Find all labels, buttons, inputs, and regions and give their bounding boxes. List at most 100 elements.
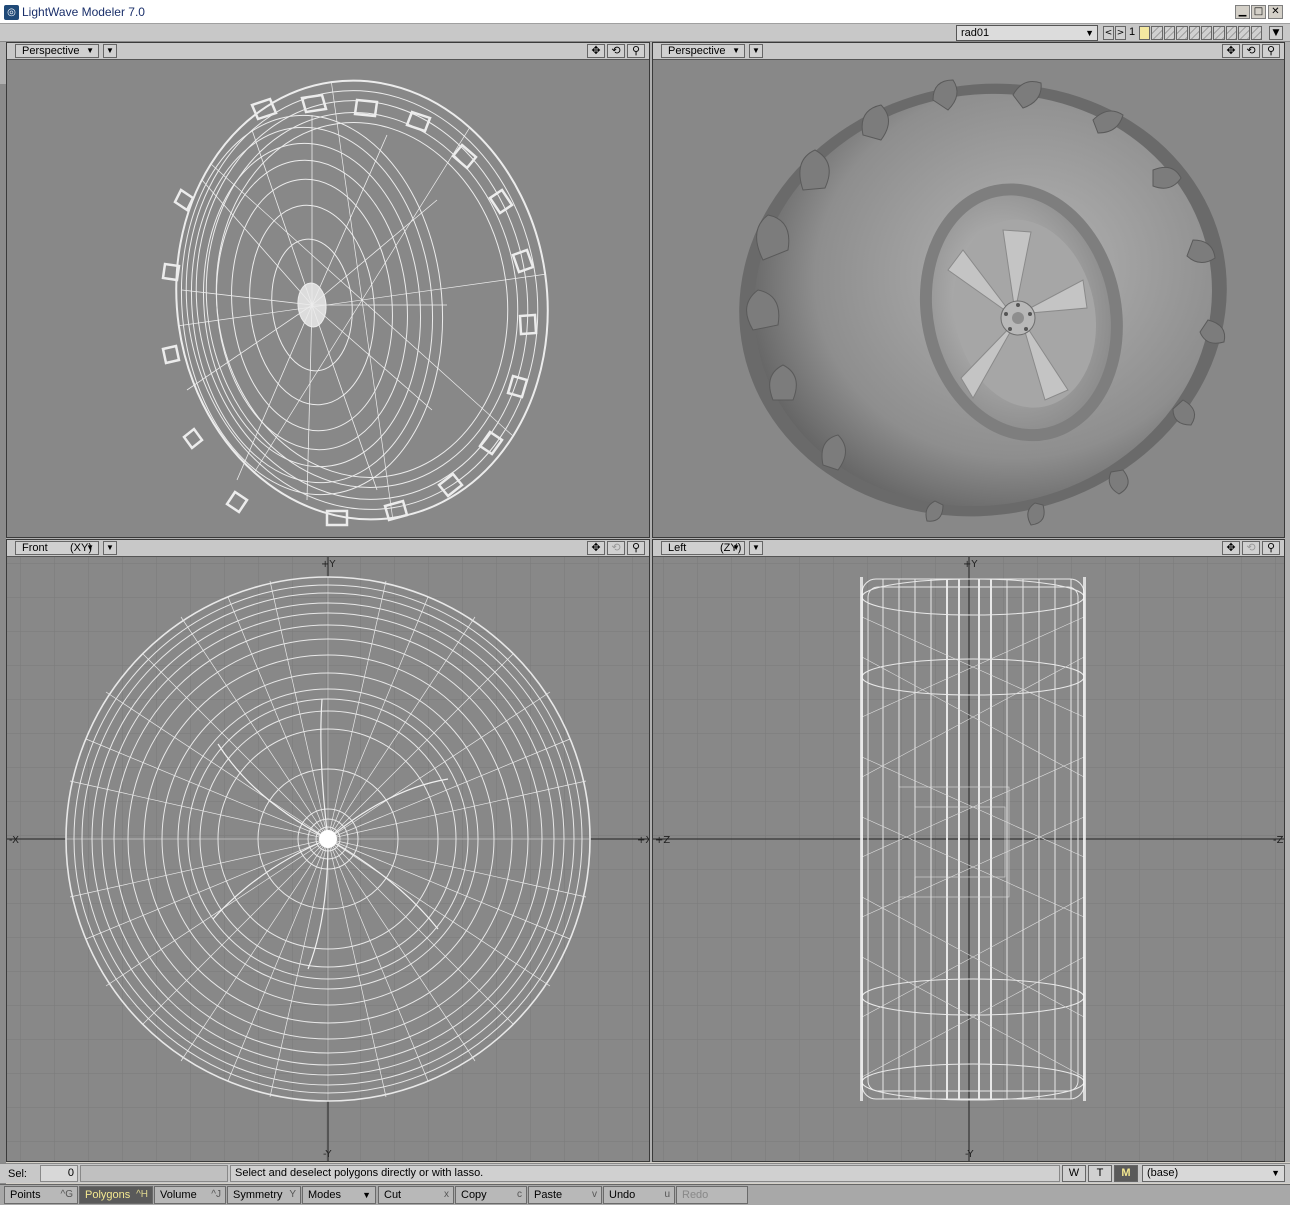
axis-label-pos-y: +Y <box>963 559 978 570</box>
layer-slot[interactable] <box>1238 26 1250 40</box>
vertex-map-value: (base) <box>1147 1167 1179 1179</box>
view-type-select[interactable]: Perspective ▼ <box>661 44 745 58</box>
modes-dropdown[interactable]: Modes ▼ <box>302 1186 376 1204</box>
axis-label-pos-x: +X <box>637 835 649 846</box>
shortcut-key: ^G <box>60 1189 73 1200</box>
pan-icon[interactable]: ✥ <box>587 44 605 58</box>
magnifier-icon[interactable]: ⚲ <box>1262 541 1280 555</box>
rotate-icon[interactable]: ⟲ <box>607 44 625 58</box>
shortcut-key: v <box>592 1189 597 1200</box>
axis-label-neg-x: -X <box>9 835 19 846</box>
view-type-label: Left <box>668 542 687 554</box>
close-button[interactable]: ✕ <box>1268 5 1283 19</box>
view-type-select[interactable]: Left (ZY) ▼ <box>661 541 745 555</box>
axis-label-pos-y: +Y <box>321 559 336 570</box>
magnifier-icon[interactable]: ⚲ <box>627 44 645 58</box>
pan-icon[interactable]: ✥ <box>1222 44 1240 58</box>
layer-slot[interactable] <box>1163 26 1176 40</box>
morph-map-button[interactable]: M <box>1114 1165 1138 1182</box>
viewport-tools: ✥ ⟲ ⚲ <box>1220 541 1280 555</box>
wireframe-tire-perspective <box>161 79 549 527</box>
viewport-header: Left (ZY) ▼ ▼ ✥ ⟲ ⚲ <box>653 540 1284 557</box>
layer-slot[interactable] <box>1225 26 1238 40</box>
layer-menu-chevron-down-icon[interactable]: ▼ <box>1269 26 1283 40</box>
shortcut-key: u <box>664 1189 670 1200</box>
render-mode-chevron-down-icon[interactable]: ▼ <box>749 44 763 58</box>
lightwave-app-icon: ◎ <box>4 5 19 20</box>
viewport-top-left[interactable]: Perspective ▼ ▼ ✥ ⟲ ⚲ <box>6 42 650 538</box>
render-mode-chevron-down-icon[interactable]: ▼ <box>103 44 117 58</box>
minimize-button[interactable]: ▁ <box>1235 5 1250 19</box>
layer-slot[interactable] <box>1201 26 1213 40</box>
points-mode-button[interactable]: Points ^G <box>4 1186 78 1204</box>
shortcut-key: ^J <box>211 1189 221 1200</box>
viewport-tools: ✥ ⟲ ⚲ <box>585 541 645 555</box>
render-mode-chevron-down-icon[interactable]: ▼ <box>749 541 763 555</box>
axis-label-pos-z: +Z <box>655 835 670 846</box>
copy-button[interactable]: Copy c <box>455 1186 527 1204</box>
status-bar: Sel: 0 Select and deselect polygons dire… <box>0 1163 1290 1183</box>
chevron-down-icon: ▼ <box>732 543 740 552</box>
viewport-bottom-left[interactable]: Front (XY) ▼ ▼ ✥ ⟲ ⚲ -X + +Y -Y <box>6 539 650 1162</box>
viewport-canvas[interactable] <box>7 60 649 537</box>
layer-slot[interactable] <box>1176 26 1188 40</box>
prev-layer-button[interactable]: < <box>1103 26 1114 40</box>
polygons-mode-button[interactable]: Polygons ^H <box>79 1186 153 1204</box>
axis-label-neg-z: -Z <box>1273 835 1284 846</box>
paste-button[interactable]: Paste v <box>528 1186 602 1204</box>
title-bar: ◎ LightWave Modeler 7.0 ▁ □ ✕ <box>0 0 1290 24</box>
layer-slot[interactable] <box>1139 26 1151 40</box>
viewport-header: Perspective ▼ ▼ ✥ ⟲ ⚲ <box>7 43 649 60</box>
button-label: Cut <box>384 1189 402 1201</box>
layer-slot[interactable] <box>1151 26 1163 40</box>
viewport-canvas[interactable]: -X +X +Y -Y <box>7 557 649 1161</box>
symmetry-button[interactable]: Symmetry Y <box>227 1186 301 1204</box>
viewport-header: Front (XY) ▼ ▼ ✥ ⟲ ⚲ <box>7 540 649 557</box>
magnifier-icon[interactable]: ⚲ <box>1262 44 1280 58</box>
vertex-map-select[interactable]: (base) ▼ <box>1142 1165 1285 1182</box>
shortcut-key: x <box>444 1189 449 1200</box>
chevron-down-icon: ▼ <box>1085 28 1094 38</box>
button-label: Redo <box>682 1189 709 1201</box>
layer-slot[interactable] <box>1250 26 1263 40</box>
viewport-bottom-right[interactable]: Left (ZY) ▼ ▼ ✥ ⟲ ⚲ +Z -Z +Y -Y <box>652 539 1285 1162</box>
left-view-wireframe: +Z -Z +Y -Y <box>653 557 1284 1161</box>
pan-icon[interactable]: ✥ <box>587 541 605 555</box>
maximize-button[interactable]: □ <box>1251 5 1266 19</box>
numeric-field[interactable] <box>80 1165 228 1182</box>
shortcut-key: ^H <box>136 1189 148 1200</box>
weight-map-button[interactable]: W <box>1062 1165 1086 1182</box>
layer-number: 1 <box>1129 26 1136 38</box>
viewport-canvas[interactable]: +Z -Z +Y -Y <box>653 557 1284 1161</box>
axis-label-neg-y: -Y <box>323 1149 332 1160</box>
button-label: Volume <box>160 1189 197 1201</box>
chevron-down-icon: ▼ <box>86 543 94 552</box>
object-layer-select[interactable]: rad01 ▼ <box>956 25 1098 41</box>
bottom-toolbar: Points ^G Polygons ^H Volume ^J Symmetry Y M… <box>0 1184 1290 1205</box>
cut-button[interactable]: Cut x <box>378 1186 454 1204</box>
axis-label-neg-y: -Y <box>965 1149 974 1160</box>
undo-button[interactable]: Undo u <box>603 1186 675 1204</box>
volume-mode-button[interactable]: Volume ^J <box>154 1186 226 1204</box>
rotate-icon: ⟲ <box>1242 541 1260 555</box>
button-label: Modes <box>308 1189 342 1201</box>
viewport-canvas[interactable] <box>653 60 1284 537</box>
view-type-select[interactable]: Front (XY) ▼ <box>15 541 99 555</box>
viewport-tools: ✥ ⟲ ⚲ <box>585 44 645 58</box>
chevron-down-icon: ▼ <box>1271 1168 1280 1178</box>
rotate-icon[interactable]: ⟲ <box>1242 44 1260 58</box>
chevron-down-icon: ▼ <box>732 46 740 55</box>
button-label: Undo <box>609 1189 636 1201</box>
viewport-top-right[interactable]: Perspective ▼ ▼ ✥ ⟲ ⚲ <box>652 42 1285 538</box>
next-layer-button[interactable]: > <box>1115 26 1126 40</box>
shaded-tire-perspective <box>739 79 1227 526</box>
redo-button[interactable]: Redo <box>676 1186 748 1204</box>
view-type-select[interactable]: Perspective ▼ <box>15 44 99 58</box>
texture-map-button[interactable]: T <box>1088 1165 1112 1182</box>
layer-slot[interactable] <box>1213 26 1225 40</box>
pan-icon[interactable]: ✥ <box>1222 541 1240 555</box>
window-title: LightWave Modeler 7.0 <box>22 5 145 19</box>
render-mode-chevron-down-icon[interactable]: ▼ <box>103 541 117 555</box>
layer-slot[interactable] <box>1188 26 1201 40</box>
magnifier-icon[interactable]: ⚲ <box>627 541 645 555</box>
